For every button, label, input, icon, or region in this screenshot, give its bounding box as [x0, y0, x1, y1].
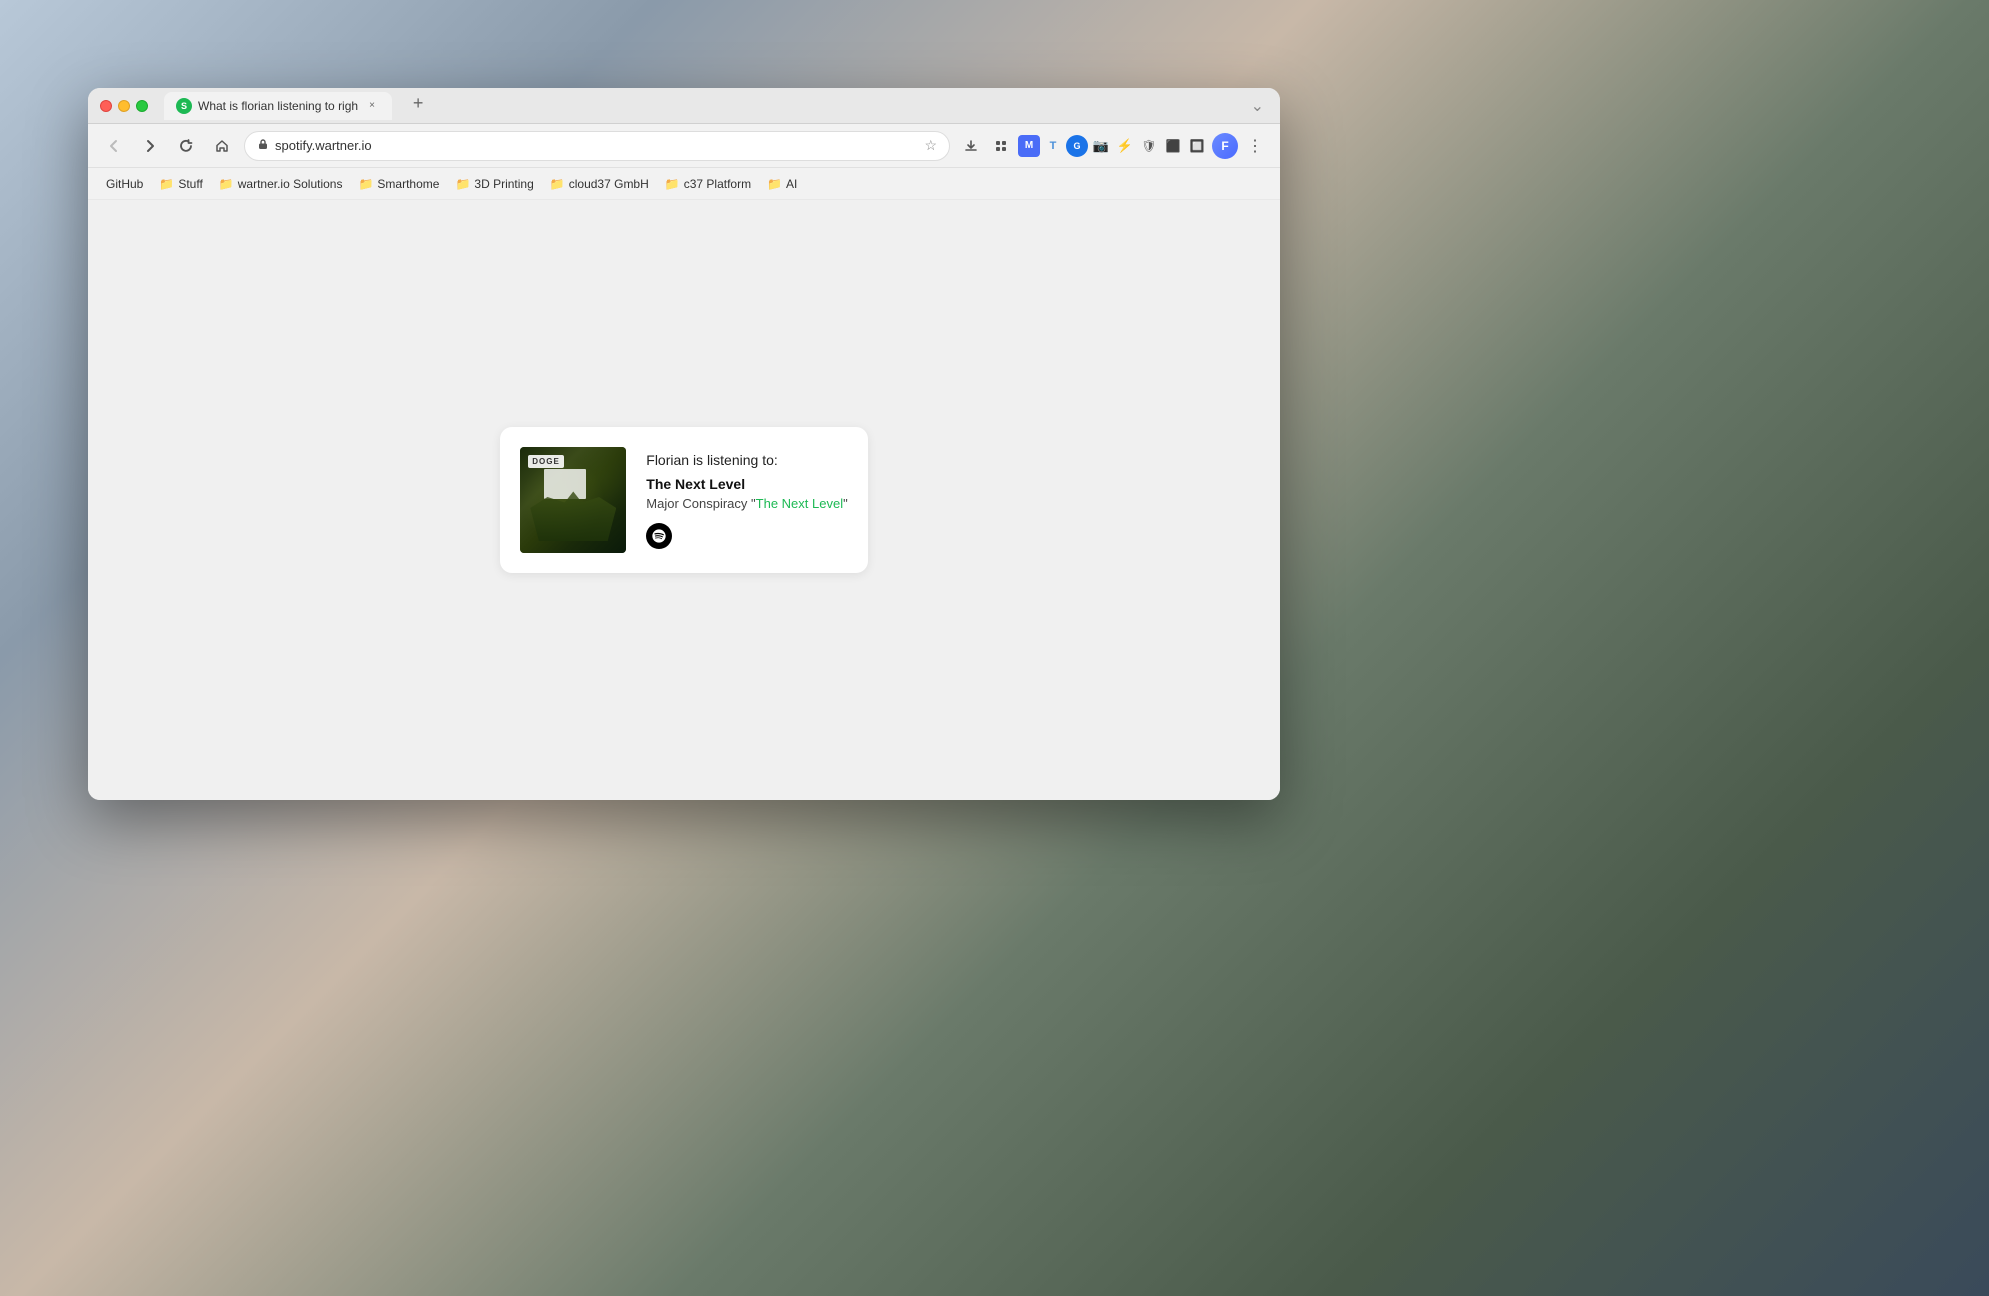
bookmark-wartner[interactable]: 📁 wartner.io Solutions — [213, 174, 349, 194]
bookmark-c37platform[interactable]: 📁 c37 Platform — [659, 174, 757, 194]
extensions-puzzle-icon[interactable] — [988, 133, 1014, 159]
bookmark-c37platform-label: c37 Platform — [684, 177, 751, 191]
ext-icon-4[interactable]: 📷 — [1090, 135, 1112, 157]
music-card: DOGE Florian is listening to: The Next L… — [500, 427, 867, 573]
ext-icon-6[interactable]: 🛡 — [1138, 135, 1160, 157]
browser-window: S What is florian listening to righ × + … — [88, 88, 1280, 800]
album-silhouette — [530, 486, 616, 541]
lock-icon — [257, 138, 269, 153]
artist-name: Major Conspiracy — [646, 496, 751, 511]
ext-icon-1[interactable]: M — [1018, 135, 1040, 157]
profile-icon[interactable]: F — [1212, 133, 1238, 159]
tab-title: What is florian listening to righ — [198, 99, 358, 113]
back-button[interactable] — [100, 132, 128, 160]
refresh-button[interactable] — [172, 132, 200, 160]
bookmark-github-label: GitHub — [106, 177, 143, 191]
active-tab[interactable]: S What is florian listening to righ × — [164, 92, 392, 120]
bookmark-cloud37-label: cloud37 GmbH — [569, 177, 649, 191]
bookmark-ai[interactable]: 📁 AI — [761, 174, 803, 194]
artist-link[interactable]: The Next Level — [756, 496, 843, 511]
bookmark-3dprinting-label: 3D Printing — [474, 177, 533, 191]
folder-icon-7: 📁 — [767, 177, 782, 191]
tab-favicon: S — [176, 98, 192, 114]
maximize-button[interactable] — [136, 100, 148, 112]
spotify-logo-button[interactable] — [646, 523, 672, 549]
bookmarks-bar: GitHub 📁 Stuff 📁 wartner.io Solutions 📁 … — [88, 168, 1280, 200]
menu-button[interactable]: ⋮ — [1242, 133, 1268, 159]
nav-actions: M T G 📷 ⚡ 🛡 ⬛ 🔲 F ⋮ — [958, 133, 1268, 159]
new-tab-button[interactable]: + — [404, 90, 432, 118]
artist-quote-close: " — [843, 496, 848, 511]
ext-icon-3[interactable]: G — [1066, 135, 1088, 157]
album-art: DOGE — [520, 447, 626, 553]
bookmark-stuff[interactable]: 📁 Stuff — [153, 174, 208, 194]
minimize-button[interactable] — [118, 100, 130, 112]
now-listening-heading: Florian is listening to: — [646, 452, 847, 468]
bookmark-smarthome[interactable]: 📁 Smarthome — [352, 174, 445, 194]
page-content: DOGE Florian is listening to: The Next L… — [88, 200, 1280, 800]
folder-icon-3: 📁 — [358, 177, 373, 191]
address-input[interactable] — [275, 138, 918, 153]
title-bar: S What is florian listening to righ × + … — [88, 88, 1280, 124]
ext-icon-2[interactable]: T — [1042, 135, 1064, 157]
ext-icon-8[interactable]: 🔲 — [1186, 135, 1208, 157]
folder-icon-2: 📁 — [219, 177, 234, 191]
bookmark-smarthome-label: Smarthome — [377, 177, 439, 191]
star-icon[interactable]: ☆ — [924, 137, 937, 154]
folder-icon: 📁 — [159, 177, 174, 191]
album-white-rect — [544, 469, 586, 499]
bookmark-ai-label: AI — [786, 177, 797, 191]
ext-icon-5[interactable]: ⚡ — [1114, 135, 1136, 157]
bookmark-wartner-label: wartner.io Solutions — [238, 177, 343, 191]
bookmark-3dprinting[interactable]: 📁 3D Printing — [449, 174, 539, 194]
folder-icon-6: 📁 — [665, 177, 680, 191]
tab-close-button[interactable]: × — [364, 98, 380, 114]
folder-icon-5: 📁 — [550, 177, 565, 191]
card-info: Florian is listening to: The Next Level … — [646, 452, 847, 549]
home-button[interactable] — [208, 132, 236, 160]
traffic-lights — [100, 100, 148, 112]
ext-icon-7[interactable]: ⬛ — [1162, 135, 1184, 157]
bookmark-github[interactable]: GitHub — [100, 174, 149, 194]
navigation-bar: ☆ M T G 📷 ⚡ 🛡 ⬛ 🔲 F ⋮ — [88, 124, 1280, 168]
album-art-inner: DOGE — [520, 447, 626, 553]
forward-button[interactable] — [136, 132, 164, 160]
album-label-badge: DOGE — [528, 455, 564, 468]
window-controls[interactable]: ⌄ — [1247, 92, 1268, 120]
download-icon[interactable] — [958, 133, 984, 159]
track-name: The Next Level — [646, 476, 847, 492]
close-button[interactable] — [100, 100, 112, 112]
artist-line: Major Conspiracy "The Next Level" — [646, 496, 847, 511]
address-bar-container[interactable]: ☆ — [244, 131, 950, 161]
bookmark-stuff-label: Stuff — [178, 177, 202, 191]
extension-icons: M T G 📷 ⚡ 🛡 ⬛ 🔲 — [1018, 135, 1208, 157]
bookmark-cloud37[interactable]: 📁 cloud37 GmbH — [544, 174, 655, 194]
folder-icon-4: 📁 — [455, 177, 470, 191]
